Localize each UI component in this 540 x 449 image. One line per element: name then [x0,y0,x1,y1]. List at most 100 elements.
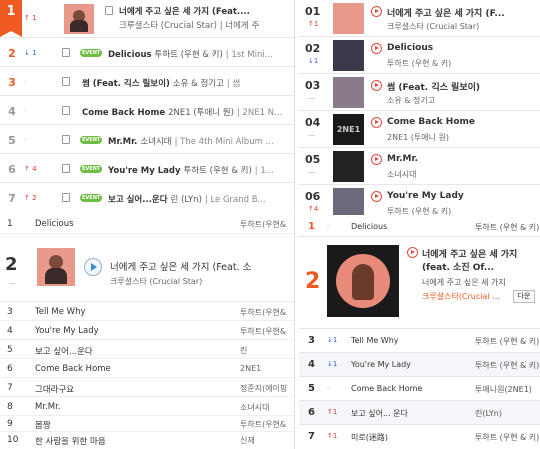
chart-row[interactable]: 05 — Mr.Mr. 소녀시대 [299,148,540,185]
chart-row[interactable]: 7 그대라구요 정준지(에이핑 [0,378,294,397]
artist-name[interactable]: 2NE1 (투애니 원) [387,132,449,143]
album-thumbnail[interactable] [37,248,75,286]
song-title[interactable]: Delicious [351,222,387,231]
artist-name[interactable]: 크루셜스타 (Crucial Star) [110,276,202,287]
chart-row[interactable]: 04 — 2NE1 Come Back Home 2NE1 (투애니 원) [299,111,540,148]
lyrics-icon[interactable] [62,164,70,173]
chart-row[interactable]: 1 ↑ 1 너에게 주고 싶은 세 가지 (Feat.... 크루셜스타 (Cr… [0,0,294,38]
album-thumbnail[interactable]: 2NE1 [333,114,364,145]
lyrics-icon[interactable] [62,135,70,144]
chart-row[interactable]: 5 - Come Back Home 투애니원(2NE1) [299,377,540,401]
song-title[interactable]: You're My Lady [351,360,411,369]
chart-row[interactable]: 6 ↑ 4 EVENT You're My Lady 투하트 (우현 & 키) … [0,154,294,183]
album-thumbnail[interactable] [64,4,94,34]
album-cover[interactable] [327,245,399,317]
song-title[interactable]: 보고 싶어... 운다 [351,408,408,419]
play-icon[interactable] [84,258,102,276]
chart-row[interactable]: 5 보고 싶어...운다 린 [0,340,294,359]
artist-name[interactable]: 정준지(에이핑 [240,383,287,394]
chart-row[interactable]: 8 Mr.Mr. 소녀시대 [0,397,294,416]
album-thumbnail[interactable] [333,188,364,215]
artist-name[interactable]: 크루셜스타(Crucial ... [422,291,500,302]
song-title[interactable]: You're My Lady [35,326,99,336]
song-title[interactable]: Come Back Home [35,364,111,374]
song-title[interactable]: Delicious [35,219,74,229]
song-title[interactable]: Come Back Home [387,117,475,127]
featured-row[interactable]: 2 너에게 주고 싶은 세 가지 (feat. 소진 Of... 너에게 주고 … [299,237,540,329]
artist-name[interactable]: 신재 [240,435,255,446]
artist-name[interactable]: 투하트 (우현 & 키) [387,206,451,215]
song-title-cont[interactable]: (feat. 소진 Of... [422,260,494,273]
artist-name[interactable]: 소유 & 정기고 [387,95,435,106]
chart-row[interactable]: 3 ↓1 Tell Me Why 투하트 (우현 & 키) [299,329,540,353]
song-title[interactable]: 몸짱 [35,419,51,431]
play-icon[interactable] [371,117,382,128]
chart-row[interactable]: 5 - EVENT Mr.Mr. 소녀시대 | The 4th Mini Alb… [0,125,294,154]
song-title[interactable]: Come Back Home 2NE1 (투애니 원) | 2NE1 N... [82,106,282,118]
artist-name[interactable]: 투하트(우현& [240,219,286,230]
download-button[interactable]: 다운 [513,290,535,303]
song-title[interactable]: Mr.Mr. [387,154,418,164]
artist-name[interactable]: 투하트(우현& [240,326,286,337]
lyrics-icon[interactable] [62,77,70,86]
album-thumbnail[interactable] [333,77,364,108]
chart-row[interactable]: 06 ↑4 You're My Lady 투하트 (우현 & 키) [299,185,540,215]
lyrics-icon[interactable] [62,106,70,115]
artist-name[interactable]: 크루셜스타 (Crucial Star) [387,21,479,32]
artist-name[interactable]: 투하트 (우현 & 키) [475,336,539,347]
chart-row[interactable]: 03 — 썸 (Feat. 긱스 릴보이) 소유 & 정기고 [299,74,540,111]
event-badge[interactable]: EVENT [80,49,103,57]
artist-name[interactable]: 2NE1 [240,364,261,373]
artist-name[interactable]: 투하트(우현& [240,419,286,430]
chart-row[interactable]: 6 Come Back Home 2NE1 [0,359,294,378]
artist-name[interactable]: 소녀시대 [387,169,416,180]
song-title[interactable]: 너에게 주고 싶은 세 가지 (F... [387,6,505,19]
play-icon[interactable] [371,191,382,202]
artist-name[interactable]: 투하트 (우현 & 키) [475,222,539,233]
song-title[interactable]: 보고 싶어...운다 [35,345,93,357]
song-title[interactable]: You're My Lady [387,191,464,201]
lyrics-icon[interactable] [62,193,70,202]
song-title[interactable]: Delicious [387,43,433,53]
song-title[interactable]: Tell Me Why [35,307,86,317]
album-thumbnail[interactable] [333,151,364,182]
song-title[interactable]: 보고 싶어...운다 린 (LYn) | Le Grand B... [108,193,266,205]
song-title[interactable]: 그대라구요 [35,383,74,395]
chart-row[interactable]: 4 ↓1 You're My Lady 투하트 (우현 & 키) [299,353,540,377]
song-title[interactable]: 썸 (Feat. 긱스 릴보이) 소유 & 정기고 | 썸 [82,77,240,89]
chart-row[interactable]: 6 ↑1 보고 싶어... 운다 린(LYn) [299,401,540,425]
play-icon[interactable] [407,247,418,258]
song-title[interactable]: Mr.Mr. [35,402,61,412]
song-title[interactable]: Tell Me Why [351,336,399,345]
artist-name[interactable]: 소녀시대 [240,402,269,413]
song-title[interactable]: Come Back Home [351,384,422,393]
chart-row[interactable]: 1 - Delicious 투하트 (우현 & 키) [299,217,540,237]
event-badge[interactable]: EVENT [80,136,103,144]
lyrics-icon[interactable] [62,48,70,57]
song-title[interactable]: 너에게 주고 싶은 세 가지 [422,247,517,260]
chart-row[interactable]: 3 - 썸 (Feat. 긱스 릴보이) 소유 & 정기고 | 썸 [0,67,294,96]
chart-row[interactable]: 1 Delicious 투하트(우현& [0,214,294,234]
song-title[interactable]: Delicious 투하트 (우현 & 키) | 1st Mini... [108,48,273,60]
chart-row[interactable]: 01 ↑1 너에게 주고 싶은 세 가지 (F... 크루셜스타 (Crucia… [299,0,540,37]
artist-name[interactable]: 투하트 (우현 & 키) [475,432,539,443]
event-badge[interactable]: EVENT [80,165,103,173]
artist-name[interactable]: 투애니원(2NE1) [475,384,532,395]
chart-row[interactable]: 7 ↑1 미로(迷路) 투하트 (우현 & 키) [299,425,540,449]
song-title[interactable]: Mr.Mr. 소녀시대 | The 4th Mini Album ... [108,135,274,147]
chart-row[interactable]: 3 Tell Me Why 투하트(우현& [0,302,294,321]
event-badge[interactable]: EVENT [80,194,103,202]
chart-row[interactable]: 02 ↓1 Delicious 투하트 (우현 & 키) [299,37,540,74]
song-title[interactable]: 썸 (Feat. 긱스 릴보이) [387,80,480,93]
chart-row[interactable]: 10 한 사람을 위한 마음 신재 [0,432,294,449]
song-title[interactable]: You're My Lady 투하트 (우현 & 키) | 1... [108,164,274,176]
album-thumbnail[interactable] [333,40,364,71]
chart-row[interactable]: 2 ↓ 1 EVENT Delicious 투하트 (우현 & 키) | 1st… [0,38,294,67]
song-title[interactable]: 너에게 주고 싶은 세 가지 (Feat.... [119,5,250,17]
play-icon[interactable] [371,80,382,91]
album-thumbnail[interactable] [333,3,364,34]
chart-row[interactable]: 4 - Come Back Home 2NE1 (투애니 원) | 2NE1 N… [0,96,294,125]
song-title[interactable]: 너에게 주고 싶은 세 가지 (Feat. 소 [110,259,251,273]
lyrics-icon[interactable] [105,6,113,15]
song-title[interactable]: 한 사람을 위한 마음 [35,435,106,447]
